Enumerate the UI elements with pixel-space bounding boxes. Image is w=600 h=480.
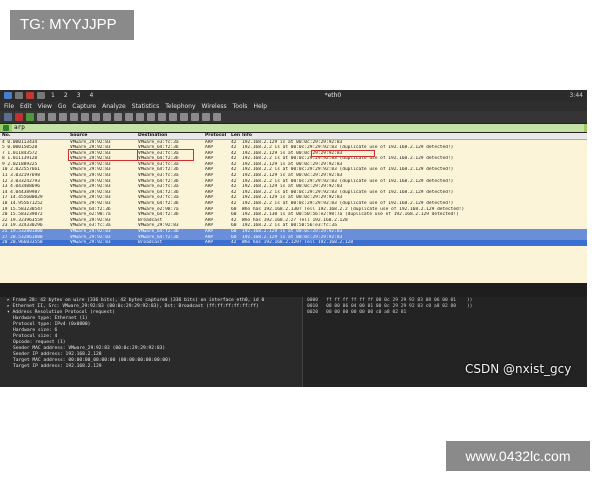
- zoom-out-icon[interactable]: [191, 113, 199, 121]
- packet-row[interactable]: 28 20.966033550 VMware_29:92:83 Broadcast A…: [0, 240, 587, 246]
- files-icon[interactable]: [15, 92, 23, 99]
- bytes-hex: ff ff ff ff ff ff 00 0c 29 29 92 83 08 0…: [326, 298, 457, 303]
- column-protocol[interactable]: Protocol: [203, 133, 229, 139]
- kali-menu-icon[interactable]: [4, 92, 12, 99]
- csdn-credit: CSDN @nxist_gcy: [465, 362, 572, 376]
- packet-cell-src: VMware_29:92:83: [70, 240, 111, 246]
- browser-icon[interactable]: [26, 92, 34, 99]
- bytes-ascii: )): [464, 304, 473, 309]
- menu-analyze[interactable]: Analyze: [102, 103, 126, 110]
- main-toolbar: [0, 111, 587, 123]
- bookmark-filter-icon[interactable]: [3, 125, 9, 131]
- menu-wireless[interactable]: Wireless: [202, 103, 227, 110]
- detail-line[interactable]: Target IP address: 192.168.2.129: [3, 364, 299, 370]
- site-watermark: www.0432lc.com: [446, 441, 590, 471]
- bytes-offset: 0000: [307, 298, 319, 303]
- reload-icon[interactable]: [81, 113, 89, 121]
- wireshark-screenshot: 1 2 3 4 *eth0 3:44 File Edit View Go Cap…: [0, 90, 587, 387]
- resize-columns-icon[interactable]: [213, 113, 221, 121]
- tg-tag-label: TG: MYYJJPP: [10, 10, 134, 40]
- last-packet-icon[interactable]: [147, 113, 155, 121]
- go-back-icon[interactable]: [103, 113, 111, 121]
- restart-capture-icon[interactable]: [26, 113, 34, 121]
- menu-bar: File Edit View Go Capture Analyze Statis…: [0, 101, 587, 111]
- menu-go[interactable]: Go: [58, 103, 66, 110]
- column-destination[interactable]: Destination: [136, 133, 203, 139]
- zoom-in-icon[interactable]: [180, 113, 188, 121]
- autoscroll-icon[interactable]: [158, 113, 166, 121]
- menu-telephony[interactable]: Telephony: [165, 103, 195, 110]
- terminal-icon[interactable]: [37, 92, 45, 99]
- stop-capture-icon[interactable]: [15, 113, 23, 121]
- menu-file[interactable]: File: [4, 103, 14, 110]
- menu-help[interactable]: Help: [253, 103, 267, 110]
- first-packet-icon[interactable]: [136, 113, 144, 121]
- menu-capture[interactable]: Capture: [72, 103, 96, 110]
- menu-edit[interactable]: Edit: [20, 103, 32, 110]
- workspace-4[interactable]: 4: [86, 92, 96, 99]
- column-no[interactable]: No.: [0, 133, 68, 139]
- packet-cell-dst: Broadcast: [138, 240, 163, 246]
- column-length[interactable]: Length: [229, 133, 240, 139]
- bytes-hex: 08 00 06 04 00 01 00 0c 29 29 92 83 c0 a…: [326, 304, 457, 309]
- menu-view[interactable]: View: [38, 103, 52, 110]
- open-file-icon[interactable]: [48, 113, 56, 121]
- bytes-offset: 0010: [307, 304, 319, 309]
- display-filter-bar: arp: [0, 123, 587, 133]
- options-icon[interactable]: [37, 113, 45, 121]
- window-title: *eth0: [324, 92, 342, 99]
- go-to-packet-icon[interactable]: [125, 113, 133, 121]
- clock: 3:44: [569, 92, 583, 99]
- packet-cell-proto: ARP: [205, 240, 214, 246]
- packet-cell-len: 42: [231, 240, 237, 246]
- packet-cell-no: 28 20.966033550: [2, 240, 43, 246]
- column-info[interactable]: Info: [240, 133, 587, 139]
- find-packet-icon[interactable]: [92, 113, 100, 121]
- column-source[interactable]: Source: [68, 133, 136, 139]
- display-filter-input[interactable]: arp: [12, 124, 584, 132]
- bytes-line: 0020 00 00 00 00 00 00 c0 a8 02 81: [307, 310, 583, 316]
- menu-statistics[interactable]: Statistics: [132, 103, 159, 110]
- packet-details: ▸ Frame 28: 42 bytes on wire (336 bits),…: [0, 297, 302, 387]
- workspace-1[interactable]: 1: [48, 92, 58, 99]
- go-forward-icon[interactable]: [114, 113, 122, 121]
- close-file-icon[interactable]: [70, 113, 78, 121]
- packet-list: No. Source Destination Protocol Length I…: [0, 133, 587, 283]
- workspace-2[interactable]: 2: [61, 92, 71, 99]
- packet-cell-info: Who has 192.168.2.129? Tell 192.168.2.12…: [242, 240, 354, 246]
- normal-size-icon[interactable]: [202, 113, 210, 121]
- taskbar: 1 2 3 4 *eth0 3:44: [0, 90, 587, 101]
- save-file-icon[interactable]: [59, 113, 67, 121]
- bytes-offset: 0020: [307, 310, 319, 315]
- workspace-3[interactable]: 3: [74, 92, 84, 99]
- bytes-hex: 00 00 00 00 00 00 c0 a8 02 81: [326, 310, 407, 315]
- colorize-icon[interactable]: [169, 113, 177, 121]
- bytes-ascii: )): [464, 298, 473, 303]
- menu-tools[interactable]: Tools: [233, 103, 248, 110]
- start-capture-icon[interactable]: [4, 113, 12, 121]
